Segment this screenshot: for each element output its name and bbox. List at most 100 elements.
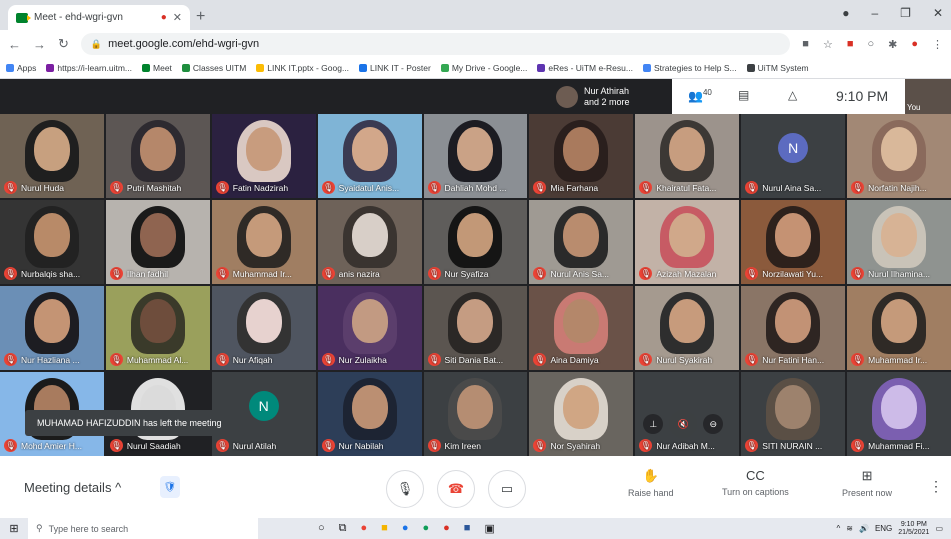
captions-button[interactable]: CC Turn on captions — [722, 468, 789, 497]
participant-tile[interactable]: 🎙 Dahliah Mohd ... — [423, 114, 528, 198]
participant-tile[interactable]: 🎙 Kim Ireen — [423, 372, 528, 456]
bookmark-item[interactable]: eRes - UiTM e-Resu... — [537, 63, 633, 73]
participant-tile[interactable]: ⊥ 🔇 ⊖ 🎙 Nur Adibah M... — [635, 372, 740, 456]
pin-icon[interactable]: ⊥ — [643, 414, 664, 434]
app-icon[interactable]: ● — [443, 522, 450, 535]
extension-icon[interactable]: ○ — [867, 38, 874, 51]
menu-icon[interactable]: ⋮ — [932, 38, 943, 51]
chrome-icon[interactable]: ● — [361, 522, 368, 535]
more-options-icon[interactable]: ⋮ — [929, 478, 943, 495]
participant-tile[interactable]: 🎙 Muhammad Al... — [105, 286, 210, 370]
back-icon[interactable]: ← — [8, 37, 21, 52]
participant-tile[interactable]: 🎙 Putri Mashitah — [105, 114, 210, 198]
new-tab-button[interactable]: + — [196, 8, 205, 26]
bookmark-item[interactable]: Meet — [142, 63, 172, 73]
bookmark-item[interactable]: Apps — [6, 63, 36, 73]
participant-tile[interactable]: 🎙 Siti Dania Bat... — [423, 286, 528, 370]
meeting-details-button[interactable]: Meeting details ^ — [24, 480, 121, 495]
participant-tile[interactable]: 🎙 Syaidatul Anis... — [317, 114, 422, 198]
participant-tile[interactable]: 🎙 Muhammad Fi... — [847, 372, 951, 456]
participant-tile[interactable]: 🎙 Nur Fatini Han... — [741, 286, 846, 370]
participant-tile[interactable]: 🎙 Nur Zulaikha — [317, 286, 422, 370]
word-icon[interactable]: ■ — [464, 522, 471, 535]
host-controls-icon[interactable]: 🛡 — [160, 476, 180, 498]
participant-tile[interactable]: N 🎙 Nurul Aina Sa... — [741, 114, 846, 198]
participant-tile[interactable]: 🎙 Ilhan fadhil — [105, 200, 210, 284]
camera-permission-icon[interactable]: ■ — [802, 38, 809, 51]
photos-icon[interactable]: ▣ — [484, 522, 494, 535]
bookmark-item[interactable]: My Drive - Google... — [440, 63, 527, 73]
profile-dot-icon[interactable]: ● — [842, 6, 849, 20]
participant-tile[interactable]: 🎙 Khairatul Fata... — [635, 114, 740, 198]
end-call-button[interactable]: ☎ — [437, 470, 475, 508]
remove-icon[interactable]: ⊖ — [703, 414, 724, 434]
wifi-icon[interactable]: ≋ — [846, 524, 853, 533]
close-window-icon[interactable]: ✕ — [933, 6, 943, 20]
language-indicator[interactable]: ENG — [875, 524, 892, 533]
app-icon[interactable]: ● — [402, 522, 409, 535]
participant-tile[interactable]: 🎙 Norfatin Najih... — [847, 114, 951, 198]
participant-tile[interactable]: 🎙 anis nazira — [317, 200, 422, 284]
forward-icon[interactable]: → — [33, 37, 46, 52]
bookmark-item[interactable]: UiTM System — [746, 63, 809, 73]
bookmark-item[interactable]: Classes UITM — [181, 63, 246, 73]
bookmark-item[interactable]: https://i-learn.uitm... — [46, 63, 132, 73]
volume-icon[interactable]: 🔊 — [859, 524, 869, 533]
participant-tile[interactable]: 🎙 Nurul Huda — [0, 114, 104, 198]
participant-tile[interactable]: 🎙 Nur Syafiza — [423, 200, 528, 284]
tray-up-icon[interactable]: ^ — [837, 524, 841, 533]
tab-meet[interactable]: Meet - ehd-wgri-gvn ● ✕ — [8, 5, 190, 30]
extension-icon[interactable]: ■ — [847, 38, 854, 51]
camera-button[interactable]: ▭ — [488, 470, 526, 508]
address-bar[interactable]: 🔒 meet.google.com/ehd-wgri-gvn — [80, 33, 791, 55]
taskbar-search[interactable]: ⚲ Type here to search — [28, 518, 258, 539]
participant-tile[interactable]: 🎙 Mia Farhana — [529, 114, 634, 198]
participant-face — [245, 213, 282, 258]
participant-tile[interactable]: 🎙 Norzilawati Yu... — [741, 200, 846, 284]
microphone-button[interactable]: 🎙 — [386, 470, 424, 508]
cortana-icon[interactable]: ○ — [318, 522, 325, 535]
present-button[interactable]: ⊞ Present now — [842, 468, 892, 498]
participant-tile[interactable]: 🎙 Nurul Ilhamina... — [847, 200, 951, 284]
notifications-icon[interactable]: ▭ — [935, 524, 943, 533]
windows-start-icon[interactable]: ⊞ — [0, 522, 28, 535]
self-view-tile[interactable]: You — [905, 79, 951, 114]
activities-icon[interactable]: △ — [788, 88, 797, 102]
star-icon[interactable]: ☆ — [823, 38, 833, 51]
bookmark-item[interactable]: Strategies to Help S... — [642, 63, 737, 73]
edge-icon[interactable]: ● — [422, 522, 429, 535]
close-tab-icon[interactable]: ✕ — [173, 11, 182, 24]
raise-hand-button[interactable]: ✋ Raise hand — [628, 468, 674, 498]
bookmark-label: Strategies to Help S... — [653, 63, 737, 73]
participant-tile[interactable]: 🎙 Nurul Syakirah — [635, 286, 740, 370]
participant-tile[interactable]: 🎙 Nur Hazliana ... — [0, 286, 104, 370]
puzzle-icon[interactable]: ✱ — [888, 38, 897, 51]
participant-tile[interactable]: 🎙 Azizah Mazalan — [635, 200, 740, 284]
captions-icon: CC — [745, 468, 765, 483]
participant-tile[interactable]: 🎙 Nur Nabilah — [317, 372, 422, 456]
task-view-icon[interactable]: ⧉ — [339, 522, 347, 535]
participant-label: 🎙 anis nazira — [321, 267, 418, 280]
chat-icon[interactable]: ▤ — [738, 88, 749, 102]
system-clock[interactable]: 9:10 PM 21/5/2021 — [898, 521, 929, 537]
participant-tile[interactable]: 🎙 Nor Syahirah — [529, 372, 634, 456]
minimize-icon[interactable]: – — [871, 6, 878, 20]
profile-avatar[interactable]: ● — [911, 38, 918, 51]
presenter-chip[interactable]: Nur Athirah and 2 more — [552, 79, 672, 114]
people-icon[interactable]: 👥40 — [688, 88, 712, 103]
participant-tile[interactable]: 🎙 Nurbalqis sha... — [0, 200, 104, 284]
participant-tile[interactable]: 🎙 Fatin Nadzirah — [211, 114, 316, 198]
participant-tile[interactable]: 🎙 Nur Afiqah — [211, 286, 316, 370]
participant-tile[interactable]: 🎙 Aina Damiya — [529, 286, 634, 370]
participant-tile[interactable]: 🎙 Muhammad Ir... — [211, 200, 316, 284]
bookmark-item[interactable]: LINK IT.pptx - Goog... — [256, 63, 349, 73]
mute-participant-icon[interactable]: 🔇 — [669, 410, 698, 438]
bookmark-item[interactable]: LINK IT - Poster — [359, 63, 431, 73]
participant-tile[interactable]: 🎙 Muhammad Ir... — [847, 286, 951, 370]
system-tray: ^ ≋ 🔊 ENG 9:10 PM 21/5/2021 ▭ — [837, 518, 944, 539]
reload-icon[interactable]: ↻ — [58, 36, 69, 52]
participant-tile[interactable]: 🎙 Nurul Anis Sa... — [529, 200, 634, 284]
file-explorer-icon[interactable]: ■ — [381, 522, 388, 535]
maximize-icon[interactable]: ❐ — [900, 6, 911, 20]
participant-tile[interactable]: 🎙 SITI NURAIN ... — [741, 372, 846, 456]
